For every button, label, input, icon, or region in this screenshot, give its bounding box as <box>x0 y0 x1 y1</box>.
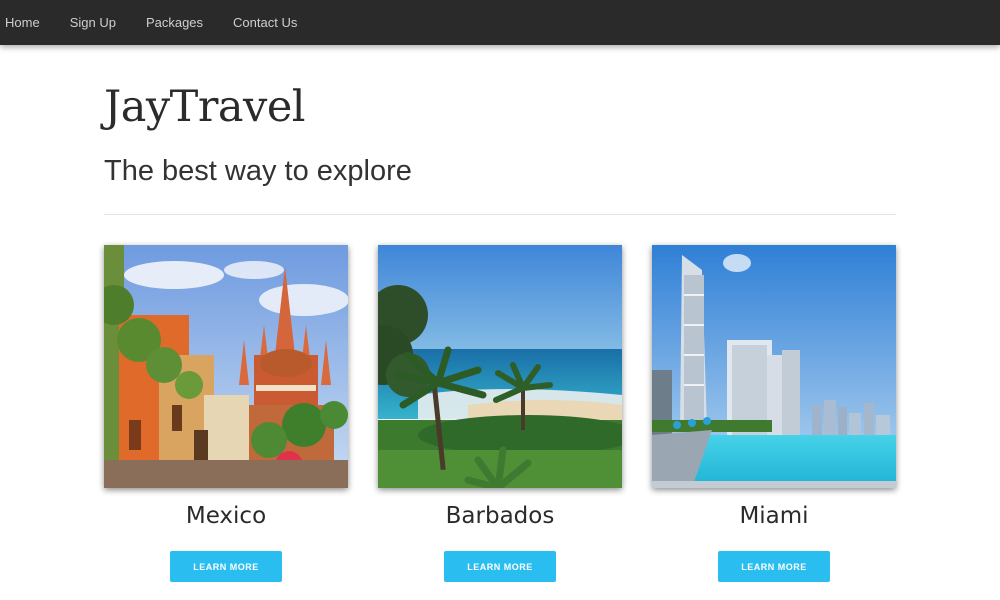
nav-packages-link[interactable]: Packages <box>131 0 218 45</box>
learn-more-button[interactable]: LEARN MORE <box>718 551 830 582</box>
nav-signup-link[interactable]: Sign Up <box>55 0 131 45</box>
site-title: JayTravel <box>104 82 306 132</box>
card-title: Mexico <box>185 503 267 529</box>
barbados-image[interactable] <box>378 245 622 488</box>
nav-contact-link[interactable]: Contact Us <box>218 0 312 45</box>
destination-card-barbados: Barbados LEARN MORE <box>378 245 622 582</box>
card-title: Barbados <box>445 503 555 529</box>
learn-more-button[interactable]: LEARN MORE <box>444 551 556 582</box>
site-subtitle: The best way to explore <box>104 155 412 187</box>
destination-card-miami: Miami LEARN MORE <box>652 245 896 582</box>
learn-more-button[interactable]: LEARN MORE <box>170 551 282 582</box>
mexico-image[interactable] <box>104 245 348 488</box>
nav-home-link[interactable]: Home <box>0 0 55 45</box>
section-divider <box>104 214 896 215</box>
card-title: Miami <box>739 503 809 529</box>
destination-card-mexico: Mexico LEARN MORE <box>104 245 348 582</box>
top-navbar: Home Sign Up Packages Contact Us <box>0 0 1000 45</box>
miami-image[interactable] <box>652 245 896 488</box>
